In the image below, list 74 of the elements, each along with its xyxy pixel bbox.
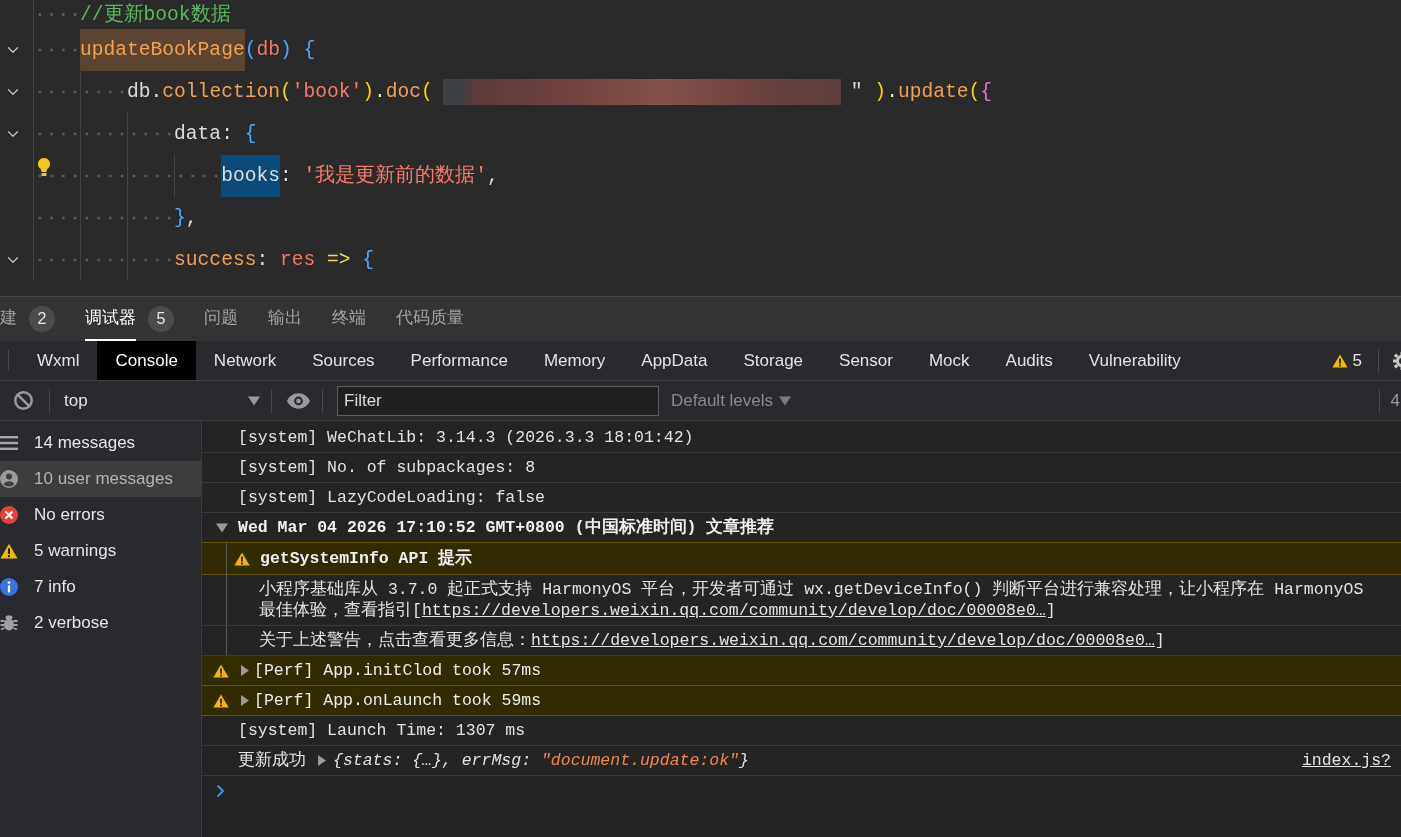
devtools-tab[interactable]: Network (195, 341, 295, 380)
settings-icon[interactable] (1393, 351, 1401, 370)
bug-icon (0, 614, 18, 632)
code-text: db.collection('book').doc( (127, 81, 433, 103)
panel-tab[interactable]: 代码质量 (396, 297, 464, 341)
sidebar-item[interactable]: 2 verbose (0, 605, 201, 641)
source-link[interactable]: index.js? (1301, 750, 1391, 771)
expand-triangle-icon[interactable] (241, 665, 249, 676)
info-icon (0, 578, 18, 596)
prompt-chevron-icon[interactable] (216, 784, 225, 798)
devtools-tab[interactable]: Mock (910, 341, 988, 380)
caret-icon (779, 395, 792, 406)
devtools-tab[interactable]: Storage (725, 341, 822, 380)
devtools-tab[interactable]: Audits (987, 341, 1071, 380)
context-select[interactable]: top (64, 387, 260, 414)
warning-message: [Perf] App.onLaunch took 59ms (254, 690, 542, 711)
code-text: //更新book数据 (80, 3, 231, 26)
clear-console-icon[interactable] (13, 390, 34, 411)
error-icon (0, 506, 18, 524)
sidebar-item[interactable]: 5 warnings (0, 533, 201, 569)
warning-message: [Perf] App.initClod took 57ms (254, 660, 542, 681)
warning-icon (213, 663, 229, 678)
warning-title: getSystemInfo API 提示 (260, 548, 473, 569)
sidebar-item[interactable]: No errors (0, 497, 201, 533)
log-message: [system] No. of subpackages: 8 (238, 457, 536, 478)
link[interactable]: https://developers.weixin.qq.com/community/develop/doc/00008e0… (531, 631, 1155, 650)
devtools-tab[interactable]: Sources (294, 341, 393, 380)
warning-icon (234, 551, 250, 566)
hidden-count: 4 (1390, 389, 1400, 412)
sidebar-item[interactable]: 7 info (0, 569, 201, 605)
log-message: 小程序基础库从 3.7.0 起正式支持 HarmonyOS 平台，开发者可通过 wx.getDeviceInfo() 判断平台进行兼容处理，让小程序在 HarmonyOS 最佳体验，查看指引[https://developers.weixin.qq.com/community/develop/doc/00008e0…] (259, 579, 1364, 621)
list-icon (0, 436, 18, 450)
devtools-tab[interactable]: AppData (623, 341, 726, 380)
caret-icon (248, 395, 260, 406)
object-preview[interactable]: {stats: {…}, errMsg: "document.update:ok"} (333, 750, 749, 771)
devtools-tab[interactable]: Vulnerability (1070, 341, 1199, 380)
collapse-triangle-icon[interactable] (216, 522, 228, 533)
warning-icon (1331, 353, 1348, 368)
code-text: " ).update({ (850, 81, 992, 103)
lightbulb-icon[interactable] (37, 157, 51, 177)
code-text: books: '我是更新前的数据', (221, 155, 499, 197)
sidebar-item[interactable]: 10 user messages (0, 461, 201, 497)
link[interactable]: https://developers.weixin.qq.com/community/develop/doc/00008e0… (421, 601, 1046, 620)
log-message: [system] WeChatLib: 3.14.3 (2026.3.3 18:01:42) (238, 427, 694, 448)
warning-icon (0, 543, 18, 559)
eye-icon[interactable] (287, 392, 310, 409)
count-badge: 5 (148, 306, 174, 332)
warning-icon (213, 693, 229, 708)
log-message: [system] LazyCodeLoading: false (238, 487, 545, 508)
panel-tab[interactable]: 建 (0, 297, 17, 341)
devtools-tab[interactable]: Performance (392, 341, 526, 380)
devtools-tab[interactable]: Memory (525, 341, 624, 380)
group-title: Wed Mar 04 2026 17:10:52 GMT+0800 (中国标准时间) 文章推荐 (238, 517, 775, 538)
filter-field[interactable]: Filter (337, 385, 659, 416)
panel-tab[interactable]: 问题 (204, 297, 238, 341)
expand-triangle-icon[interactable] (318, 755, 326, 766)
code-text: }, (174, 207, 198, 229)
devtools-tab[interactable]: Sensor (821, 341, 911, 380)
user-icon (0, 470, 18, 488)
log-message: 更新成功 (238, 750, 306, 771)
log-message: [system] Launch Time: 1307 ms (238, 720, 526, 741)
sidebar-item[interactable]: 14 messages (0, 425, 201, 461)
devtools-tab[interactable]: Console (97, 341, 196, 380)
log-message: 关于上述警告，点击查看更多信息：https://developers.weixin.qq.com/community/develop/doc/00008e0…] (259, 630, 1165, 651)
expand-triangle-icon[interactable] (241, 695, 249, 706)
panel-tab[interactable]: 输出 (268, 297, 302, 341)
count-badge: 2 (29, 306, 55, 332)
code-text: data: { (174, 123, 257, 145)
warning-count-button[interactable]: 5 (1331, 347, 1362, 374)
log-levels-dropdown[interactable]: Default levels (671, 387, 792, 414)
devtools-tab[interactable]: Wxml (19, 341, 98, 380)
code-text: success: res => { (174, 249, 375, 271)
panel-tab[interactable]: 终端 (332, 297, 366, 341)
code-text: updateBookPage(db) { (80, 29, 316, 71)
